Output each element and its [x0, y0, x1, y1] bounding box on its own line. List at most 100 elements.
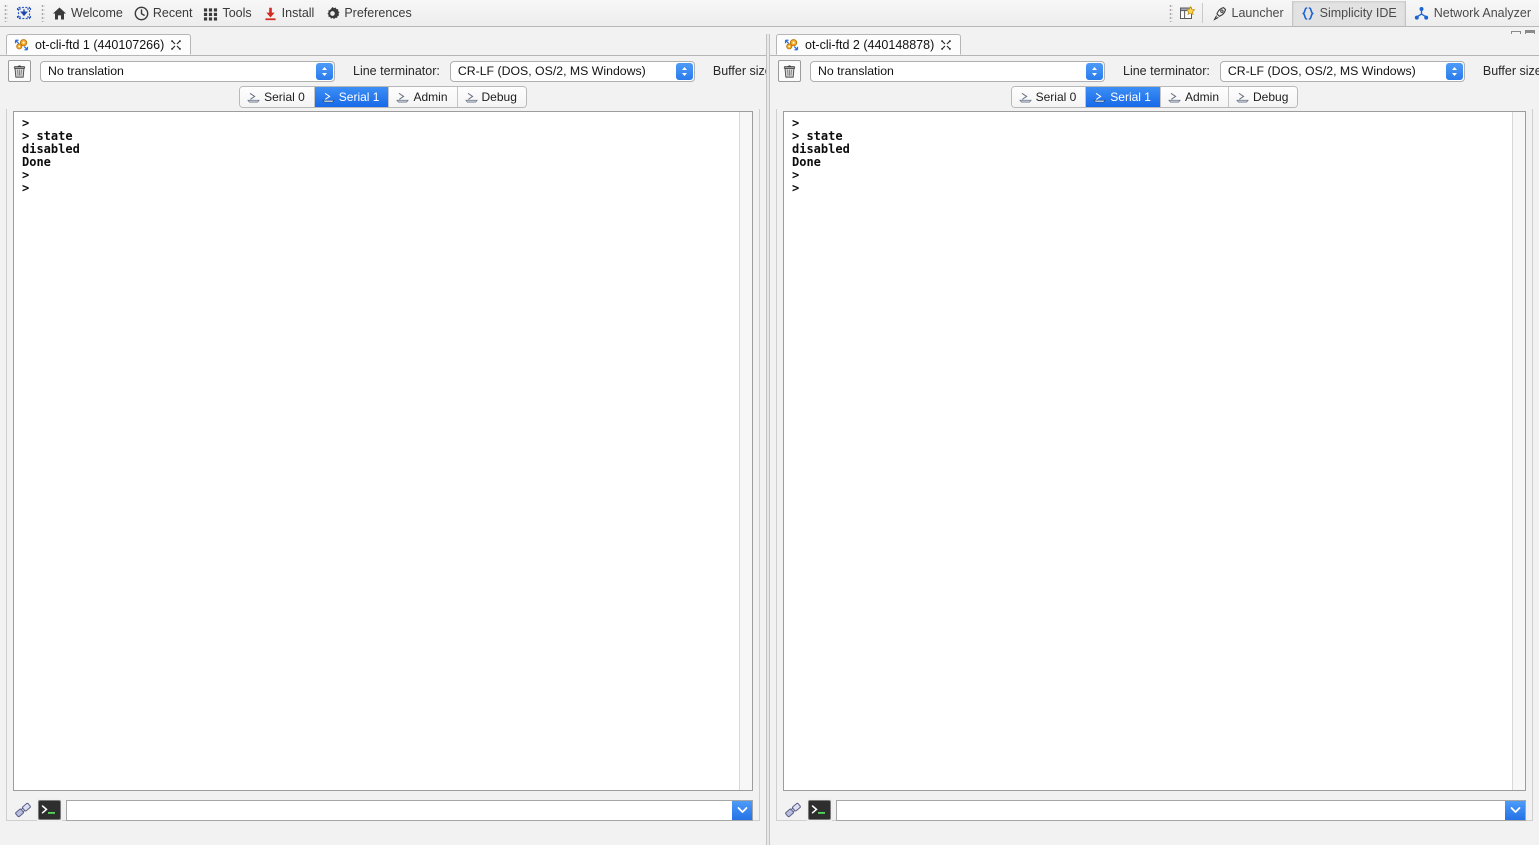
- perspective-network-analyzer[interactable]: Network Analyzer: [1406, 1, 1539, 26]
- line-terminator-value: CR-LF (DOS, OS/2, MS Windows): [1227, 64, 1416, 78]
- line-terminator-value: CR-LF (DOS, OS/2, MS Windows): [457, 64, 646, 78]
- terminal-prompt-icon[interactable]: [38, 800, 61, 820]
- command-input-field-1[interactable]: [67, 800, 752, 820]
- command-input-2[interactable]: [836, 799, 1526, 821]
- close-x-icon[interactable]: [940, 39, 952, 51]
- translation-select-2[interactable]: No translation: [810, 60, 1105, 82]
- serial-tab-admin[interactable]: Admin: [389, 87, 458, 107]
- command-input-row-2: [783, 797, 1526, 823]
- console-output-2[interactable]: > > state disabled Done > >: [783, 111, 1526, 791]
- perspective-launcher[interactable]: Launcher: [1205, 1, 1292, 26]
- serial-tab-admin[interactable]: Admin: [1160, 87, 1229, 107]
- keyboard-icon: [247, 92, 260, 103]
- buffer-size-label-1: Buffer size: [712, 64, 766, 78]
- toolbar-item-install[interactable]: Install: [259, 2, 322, 24]
- perspective-simplicity-ide[interactable]: Simplicity IDE: [1291, 0, 1406, 26]
- stepper-up-down-icon[interactable]: [1086, 62, 1103, 80]
- grid-icon: [203, 6, 218, 21]
- serial-console-icon: [14, 38, 29, 52]
- serial-tab-label: Serial 1: [1110, 90, 1151, 104]
- keyboard-icon: [396, 92, 410, 103]
- translation-value: No translation: [818, 64, 894, 78]
- perspective-label: Network Analyzer: [1433, 6, 1531, 20]
- translation-value: No translation: [48, 64, 124, 78]
- serial-tab-label: Debug: [1253, 90, 1289, 104]
- editor-tab-2[interactable]: ot-cli-ftd 2 (440148878): [776, 34, 962, 55]
- toolbar-item-label: Recent: [152, 6, 193, 20]
- toolbar-drag-handle[interactable]: [4, 4, 8, 22]
- keyboard-icon: [464, 92, 478, 103]
- clock-icon: [134, 6, 149, 21]
- stepper-up-down-icon[interactable]: [1445, 62, 1463, 80]
- toolbar-section-handle[interactable]: [41, 4, 45, 22]
- console-vertical-scrollbar-2[interactable]: [1512, 112, 1525, 790]
- serial-tab-serial-0[interactable]: Serial 0: [1011, 87, 1087, 107]
- plug-disconnect-icon[interactable]: [783, 800, 803, 820]
- clear-console-button-1[interactable]: [8, 60, 31, 82]
- keyboard-icon: [1018, 92, 1032, 103]
- serial-tab-serial-1[interactable]: Serial 1: [314, 87, 390, 107]
- toolbar-item-label: Tools: [222, 6, 252, 20]
- toolbar-item-welcome[interactable]: Welcome: [48, 2, 130, 24]
- close-x-icon[interactable]: [170, 39, 182, 51]
- serial-tab-label: Serial 0: [264, 90, 305, 104]
- line-terminator-select-1[interactable]: CR-LF (DOS, OS/2, MS Windows): [449, 60, 695, 82]
- serial-tab-group-1: Serial 0 Serial 1 Admin Debug: [239, 86, 527, 108]
- open-perspective-icon[interactable]: [1176, 2, 1200, 24]
- clear-console-button-2[interactable]: [778, 60, 801, 82]
- toolbar-item-label: Install: [281, 6, 315, 20]
- toolbar-item-preferences[interactable]: Preferences: [321, 2, 418, 24]
- chip-download-icon[interactable]: [11, 2, 37, 24]
- perspective-label: Launcher: [1231, 6, 1284, 20]
- command-input-1[interactable]: [66, 799, 753, 821]
- serial-tab-debug[interactable]: Debug: [1229, 87, 1298, 107]
- line-terminator-select-2[interactable]: CR-LF (DOS, OS/2, MS Windows): [1219, 60, 1465, 82]
- editor-tab-row-1: ot-cli-ftd 1 (440107266): [0, 34, 766, 56]
- serial-tab-label: Serial 1: [338, 90, 380, 104]
- toolbar-separator: [1201, 3, 1203, 23]
- terminal-prompt-icon[interactable]: [808, 800, 831, 820]
- serial-tab-label: Admin: [1184, 90, 1219, 104]
- network-icon: [1414, 6, 1429, 21]
- serial-tab-row-1: Serial 0 Serial 1 Admin Debug: [0, 86, 766, 109]
- editor-tab-1[interactable]: ot-cli-ftd 1 (440107266): [6, 34, 192, 55]
- serial-tab-label: Debug: [481, 90, 517, 104]
- trash-icon: [12, 64, 27, 79]
- editor-tab-title: ot-cli-ftd 2 (440148878): [805, 37, 935, 52]
- translation-select-1[interactable]: No translation: [40, 60, 335, 82]
- toolbar-item-recent[interactable]: Recent: [130, 2, 200, 24]
- serial-tab-row-2: Serial 0 Serial 1 Admin Debug: [770, 86, 1539, 109]
- serial-tab-debug[interactable]: Debug: [457, 87, 526, 107]
- keyboard-icon: [1168, 92, 1181, 103]
- braces-icon: [1301, 6, 1315, 21]
- serial-tab-label: Admin: [413, 90, 448, 104]
- stepper-up-down-icon[interactable]: [316, 62, 333, 80]
- serial-tab-serial-0[interactable]: Serial 0: [240, 87, 315, 107]
- console-panel-1: ot-cli-ftd 1 (440107266) No translation …: [0, 34, 766, 845]
- gear-icon: [325, 6, 340, 21]
- command-history-dropdown-1[interactable]: [732, 800, 752, 820]
- editor-tab-row-2: ot-cli-ftd 2 (440148878): [770, 34, 1539, 56]
- console-vertical-scrollbar-1[interactable]: [739, 112, 752, 790]
- perspective-label: Simplicity IDE: [1319, 6, 1397, 20]
- command-history-dropdown-2[interactable]: [1505, 800, 1525, 820]
- rocket-icon: [1212, 6, 1227, 21]
- toolbar-item-label: Preferences: [344, 6, 412, 20]
- serial-tab-serial-1[interactable]: Serial 1: [1086, 87, 1161, 107]
- command-input-field-2[interactable]: [837, 800, 1525, 820]
- stepper-up-down-icon[interactable]: [675, 62, 693, 80]
- trash-icon: [782, 64, 797, 79]
- editor-area: ot-cli-ftd 1 (440107266) No translation …: [0, 27, 1539, 845]
- serial-tab-group-2: Serial 0 Serial 1 Admin Debug: [1010, 86, 1299, 108]
- download-icon: [263, 6, 278, 21]
- serial-console-icon: [784, 38, 799, 52]
- console-output-1[interactable]: > > state disabled Done > >: [13, 111, 753, 791]
- command-input-row-1: [13, 797, 753, 823]
- toolbar-item-tools[interactable]: Tools: [199, 2, 258, 24]
- console-text: > > state disabled Done > >: [792, 116, 850, 195]
- plug-disconnect-icon[interactable]: [13, 800, 33, 820]
- perspective-bar-handle[interactable]: [1168, 4, 1173, 22]
- control-row-2: No translation Line terminator: CR-LF (D…: [770, 56, 1539, 86]
- buffer-size-label-2: Buffer size: [1482, 64, 1539, 78]
- console-panel-2: ot-cli-ftd 2 (440148878) No translation …: [770, 34, 1539, 845]
